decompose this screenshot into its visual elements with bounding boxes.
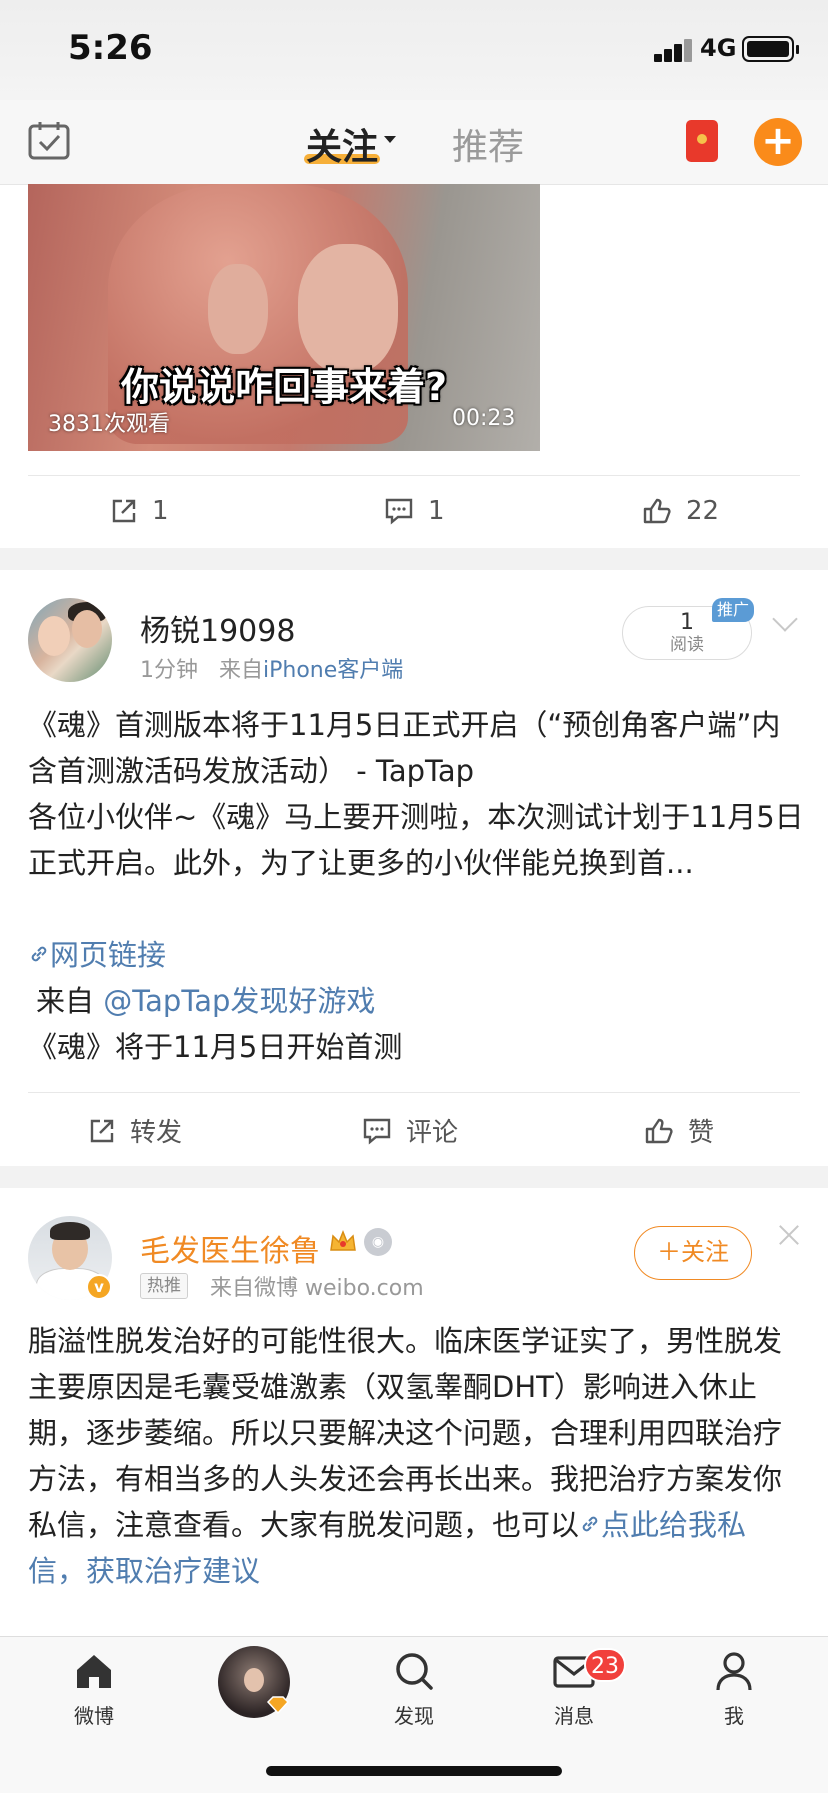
tab-messages-label: 消息 xyxy=(554,1704,594,1728)
tab-me[interactable]: 我 xyxy=(684,1650,784,1729)
network-type: 4G xyxy=(700,34,737,62)
red-packet-icon[interactable] xyxy=(686,120,718,162)
mention-link[interactable]: @TapTap发现好游戏 xyxy=(103,984,375,1018)
post-source: 来自微博 weibo.com xyxy=(210,1276,424,1301)
share-icon xyxy=(90,1119,114,1142)
share-icon xyxy=(112,499,136,523)
medal-icon: ◉ xyxy=(364,1228,392,1256)
like-count: 22 xyxy=(686,496,720,526)
repost-button[interactable]: 1 xyxy=(110,496,169,526)
home-icon xyxy=(77,1655,111,1688)
source-prefix: 来自 xyxy=(218,658,263,683)
status-time: 5:26 xyxy=(68,28,153,68)
like-icon xyxy=(645,1118,673,1143)
post-time: 1分钟 xyxy=(140,658,198,683)
comment-icon xyxy=(385,498,413,525)
feed-separator xyxy=(0,1166,828,1188)
post-meta: 1分钟 来自iPhone客户端 xyxy=(140,652,403,684)
caret-down-icon[interactable] xyxy=(384,136,396,143)
from-prefix: 来自 xyxy=(36,984,95,1018)
video-duration: 00:23 xyxy=(452,406,516,431)
comment-count: 1 xyxy=(428,496,445,526)
post-body: 脂溢性脱发治好的可能性很大。临床医学证实了，男性脱发主要原因是毛囊受雄激素（双氢… xyxy=(28,1318,804,1594)
video-action-bar: 1 1 22 xyxy=(0,490,828,538)
repost-count: 1 xyxy=(152,496,169,526)
web-link-label: 网页链接 xyxy=(50,938,167,972)
avatar[interactable] xyxy=(28,598,112,682)
link-icon xyxy=(31,946,47,962)
like-button[interactable]: 赞 xyxy=(644,1112,714,1149)
repost-button[interactable]: 转发 xyxy=(88,1112,182,1149)
comment-icon xyxy=(363,1118,391,1145)
tab-me-label: 我 xyxy=(724,1704,744,1728)
promo-badge: 推广 xyxy=(712,598,754,622)
follow-button[interactable]: ＋关注 xyxy=(634,1226,752,1280)
checkin-icon[interactable] xyxy=(28,120,70,160)
verified-badge-icon: v xyxy=(86,1274,112,1300)
feed-separator xyxy=(0,548,828,570)
chevron-down-icon[interactable] xyxy=(772,606,798,632)
tab-discover[interactable]: 发现 xyxy=(364,1650,464,1729)
home-indicator xyxy=(266,1766,562,1776)
post-subline: 《魂》将于11月5日开始首测 xyxy=(28,1030,403,1064)
like-icon xyxy=(643,498,671,524)
search-icon xyxy=(396,1653,433,1690)
post-body: 《魂》首测版本将于11月5日正式开启（“预创角客户端”内含首测激活码发放活动） … xyxy=(28,708,804,880)
video-caption: 你说说咋回事来着? xyxy=(120,365,448,409)
post-username[interactable]: 毛发医生徐鲁 xyxy=(140,1226,320,1270)
messages-badge: 23 xyxy=(584,1648,626,1682)
video-thumbnail[interactable]: 你说说咋回事来着? 3831次观看 00:23 xyxy=(28,184,540,451)
video-views: 3831次观看 xyxy=(48,412,170,437)
person-icon xyxy=(716,1652,752,1691)
divider xyxy=(28,475,800,476)
like-button[interactable]: 22 xyxy=(642,496,719,526)
battery-icon xyxy=(742,36,799,62)
plus-icon[interactable]: + xyxy=(754,118,802,166)
web-link[interactable]: 网页链接 xyxy=(28,932,804,978)
post-source[interactable]: iPhone客户端 xyxy=(263,658,403,683)
signal-icon xyxy=(654,36,702,62)
tab-recommend[interactable]: 推荐 xyxy=(452,118,524,170)
video-hand-right xyxy=(298,244,398,374)
close-icon[interactable] xyxy=(778,1224,800,1246)
tab-home-label: 微博 xyxy=(74,1704,114,1728)
comment-button[interactable]: 1 xyxy=(384,496,445,526)
comment-label: 评论 xyxy=(406,1118,459,1148)
crown-icon xyxy=(330,1229,356,1251)
comment-button[interactable]: 评论 xyxy=(362,1112,458,1149)
post-from-line: 来自 @TapTap发现好游戏 xyxy=(36,978,812,1024)
gem-icon xyxy=(266,1696,290,1714)
tab-discover-label: 发现 xyxy=(394,1704,434,1728)
tab-home[interactable]: 微博 xyxy=(44,1650,144,1729)
read-label: 阅读 xyxy=(670,635,704,655)
post-action-bar: 转发 评论 赞 xyxy=(0,1108,828,1156)
post-username[interactable]: 杨锐19098 xyxy=(140,606,295,650)
hot-badge: 热推 xyxy=(140,1273,188,1299)
repost-label: 转发 xyxy=(130,1118,183,1148)
divider xyxy=(28,1092,800,1093)
video-hand-left xyxy=(208,264,268,354)
link-icon xyxy=(582,1516,598,1532)
like-label: 赞 xyxy=(688,1118,715,1148)
tab-follow[interactable]: 关注 xyxy=(306,118,378,170)
